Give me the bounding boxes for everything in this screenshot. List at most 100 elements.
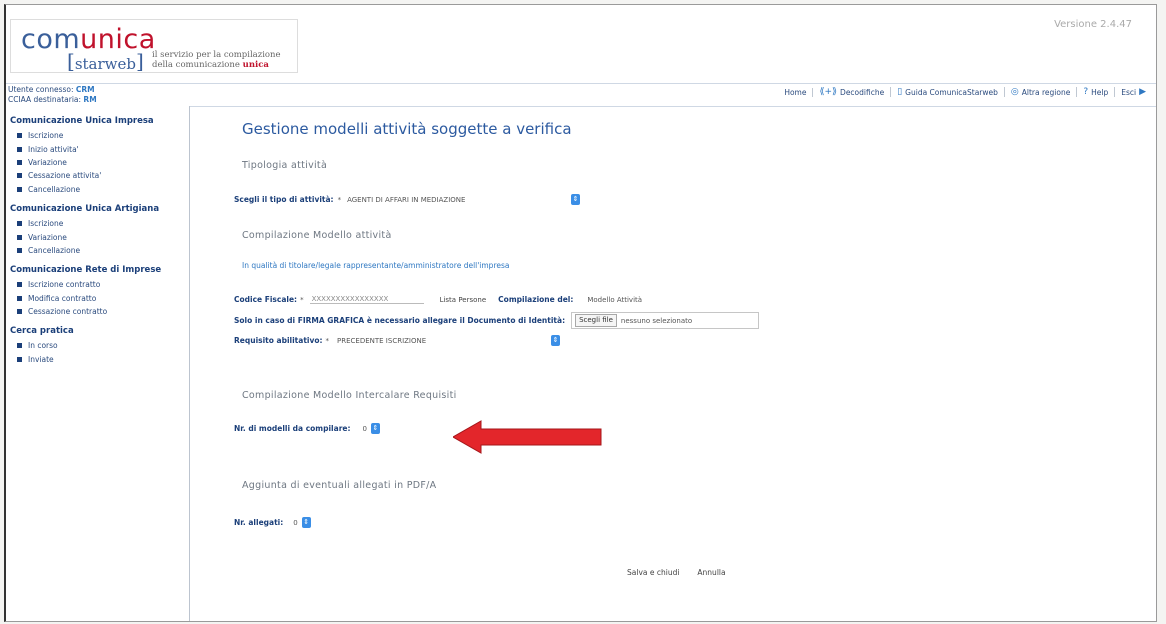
bullet-icon bbox=[17, 295, 22, 301]
sidebar-item-cessazione-contratto[interactable]: Cessazione contratto bbox=[6, 305, 189, 318]
sidebar-item-artigiana-iscrizione[interactable]: Iscrizione bbox=[6, 217, 189, 230]
nav-esci[interactable]: Esci ▶ bbox=[1115, 87, 1152, 97]
choose-file-button[interactable]: Scegli file bbox=[575, 314, 617, 327]
user-strip: Utente connesso: CRM CCIAA destinataria:… bbox=[6, 83, 1156, 107]
tipologia-select-arrow-icon[interactable]: ⇕ bbox=[571, 194, 581, 205]
help-icon: ? bbox=[1083, 87, 1089, 97]
app-header: comunica [starweb] il servizio per la co… bbox=[6, 5, 1156, 83]
sidebar-item-inizio-attivita[interactable]: Inizio attivita' bbox=[6, 142, 189, 155]
sidebar-item-label: Iscrizione contratto bbox=[28, 280, 101, 290]
bullet-icon bbox=[17, 146, 22, 152]
nav-altra-regione[interactable]: ◎ Altra regione bbox=[1005, 87, 1078, 97]
sidebar-item-label: Cancellazione bbox=[28, 245, 81, 255]
cf-label: Codice Fiscale: bbox=[234, 295, 298, 304]
comunica-logo[interactable]: comunica [starweb] il servizio per la co… bbox=[10, 19, 298, 73]
tipologia-heading: Tipologia attività bbox=[242, 160, 328, 171]
allegati-row: Nr. allegati: 0 ⇕ bbox=[234, 517, 311, 528]
cf-input[interactable]: XXXXXXXXXXXXXXXX bbox=[309, 295, 424, 304]
nav-decodifiche[interactable]: ⟪+⟫ Decodifiche bbox=[813, 87, 892, 97]
tagline-line1: il servizio per la compilazione bbox=[152, 50, 281, 60]
cancel-button[interactable]: Annulla bbox=[697, 568, 725, 577]
allegati-heading: Aggiunta di eventuali allegati in PDF/A bbox=[242, 480, 437, 491]
nav-help[interactable]: ? Help bbox=[1077, 87, 1116, 97]
tagline-line2: della comunicazione bbox=[152, 60, 240, 70]
bullet-icon bbox=[17, 159, 22, 165]
sidebar-item-label: Modifica contratto bbox=[28, 293, 97, 303]
tipologia-row: Scegli il tipo di attività: * AGENTI DI … bbox=[234, 194, 581, 205]
sidebar-section-title: Comunicazione Rete di Imprese bbox=[10, 265, 162, 276]
sidebar: Comunicazione Unica Impresa Iscrizione I… bbox=[6, 106, 190, 621]
page-title: Gestione modelli attività soggette a ver… bbox=[242, 120, 572, 138]
book-icon: ▯ bbox=[897, 87, 903, 97]
lista-persone-button[interactable]: Lista Persone bbox=[440, 296, 487, 304]
tipologia-label: Scegli il tipo di attività: bbox=[234, 195, 334, 204]
intercalare-select-value[interactable]: 0 bbox=[362, 425, 366, 433]
form-actions: Salva e chiudi Annulla bbox=[627, 568, 726, 577]
bullet-icon bbox=[17, 343, 22, 349]
bullet-icon bbox=[17, 221, 22, 227]
bullet-icon bbox=[17, 186, 22, 192]
sidebar-item-iscrizione[interactable]: Iscrizione bbox=[6, 129, 189, 142]
compilazione-del-value: Modello Attività bbox=[587, 295, 643, 304]
connected-user-value: CRM bbox=[75, 85, 95, 94]
exit-arrow-icon: ▶ bbox=[1139, 87, 1146, 97]
bullet-icon bbox=[17, 247, 22, 253]
connected-user-label: Utente connesso: bbox=[8, 85, 74, 94]
allegati-select-value[interactable]: 0 bbox=[293, 519, 297, 527]
role-link[interactable]: In qualità di titolare/legale rappresent… bbox=[242, 261, 509, 270]
required-marker: * bbox=[337, 195, 342, 204]
nav-help-label: Help bbox=[1091, 87, 1109, 97]
sidebar-item-label: Inviate bbox=[28, 354, 54, 364]
sidebar-item-iscrizione-contratto[interactable]: Iscrizione contratto bbox=[6, 278, 189, 291]
logo-tagline: il servizio per la compilazione della co… bbox=[152, 50, 281, 70]
nav-esci-label: Esci bbox=[1121, 87, 1137, 97]
compilazione-role-row: In qualità di titolare/legale rappresent… bbox=[242, 261, 509, 270]
save-and-close-button[interactable]: Salva e chiudi bbox=[627, 568, 679, 577]
bullet-icon bbox=[17, 282, 22, 288]
sidebar-item-variazione[interactable]: Variazione bbox=[6, 156, 189, 169]
top-navigation: Home ⟪+⟫ Decodifiche ▯ Guida ComunicaStarw… bbox=[778, 87, 1152, 97]
sidebar-item-in-corso[interactable]: In corso bbox=[6, 339, 189, 352]
sidebar-item-label: Cessazione attivita' bbox=[28, 171, 102, 181]
user-info: Utente connesso: CRM CCIAA destinataria:… bbox=[8, 85, 97, 104]
firma-label: Solo in caso di FIRMA GRAFICA è necessar… bbox=[234, 316, 566, 325]
intercalare-select-arrow-icon[interactable]: ⇕ bbox=[370, 423, 380, 434]
bullet-icon bbox=[17, 309, 22, 315]
sidebar-item-label: Cancellazione bbox=[28, 184, 81, 194]
nav-decodifiche-label: Decodifiche bbox=[840, 87, 885, 97]
sidebar-item-modifica-contratto[interactable]: Modifica contratto bbox=[6, 292, 189, 305]
main-content: Gestione modelli attività soggette a ver… bbox=[190, 106, 1156, 621]
sidebar-item-artigiana-variazione[interactable]: Variazione bbox=[6, 230, 189, 243]
sidebar-item-cessazione-attivita[interactable]: Cessazione attivita' bbox=[6, 169, 189, 182]
requisito-select-value[interactable]: PRECEDENTE ISCRIZIONE bbox=[337, 337, 551, 345]
sidebar-item-inviate[interactable]: Inviate bbox=[6, 353, 189, 366]
red-arrow-annotation bbox=[453, 420, 602, 454]
requisito-select-arrow-icon[interactable]: ⇕ bbox=[551, 335, 561, 346]
cf-row: Codice Fiscale: * XXXXXXXXXXXXXXXX Lista… bbox=[234, 295, 642, 304]
sidebar-item-label: In corso bbox=[28, 341, 58, 351]
file-input[interactable]: Scegli file nessuno selezionato bbox=[571, 312, 760, 329]
tagline-highlight: unica bbox=[242, 60, 269, 70]
firma-row: Solo in caso di FIRMA GRAFICA è necessar… bbox=[234, 312, 760, 329]
logo-sub-text: starweb bbox=[74, 55, 136, 73]
requisito-row: Requisito abilitativo: * PRECEDENTE ISCR… bbox=[234, 335, 561, 346]
nav-guida[interactable]: ▯ Guida ComunicaStarweb bbox=[891, 87, 1005, 97]
intercalare-heading: Compilazione Modello Intercalare Requisi… bbox=[242, 390, 457, 401]
sidebar-item-label: Iscrizione bbox=[28, 131, 64, 141]
nav-home[interactable]: Home bbox=[778, 87, 814, 97]
nav-guida-label: Guida ComunicaStarweb bbox=[905, 87, 998, 97]
sidebar-item-artigiana-cancellazione[interactable]: Cancellazione bbox=[6, 244, 189, 257]
bullet-icon bbox=[17, 173, 22, 179]
sidebar-item-cancellazione[interactable]: Cancellazione bbox=[6, 183, 189, 196]
intercalare-row: Nr. di modelli da compilare: 0 ⇕ bbox=[234, 423, 380, 434]
bullet-icon bbox=[17, 234, 22, 240]
browser-frame: comunica [starweb] il servizio per la co… bbox=[4, 4, 1157, 622]
allegati-select-arrow-icon[interactable]: ⇕ bbox=[301, 517, 311, 528]
sidebar-section-title: Cerca pratica bbox=[10, 326, 74, 337]
sidebar-section-title: Comunicazione Unica Artigiana bbox=[10, 203, 160, 214]
sidebar-item-label: Cessazione contratto bbox=[28, 307, 108, 317]
tipologia-select-value[interactable]: AGENTI DI AFFARI IN MEDIAZIONE bbox=[347, 196, 571, 204]
compilazione-del-label: Compilazione del: bbox=[498, 295, 574, 304]
sidebar-section-title: Comunicazione Unica Impresa bbox=[10, 116, 154, 126]
requisito-label: Requisito abilitativo: bbox=[234, 336, 323, 345]
